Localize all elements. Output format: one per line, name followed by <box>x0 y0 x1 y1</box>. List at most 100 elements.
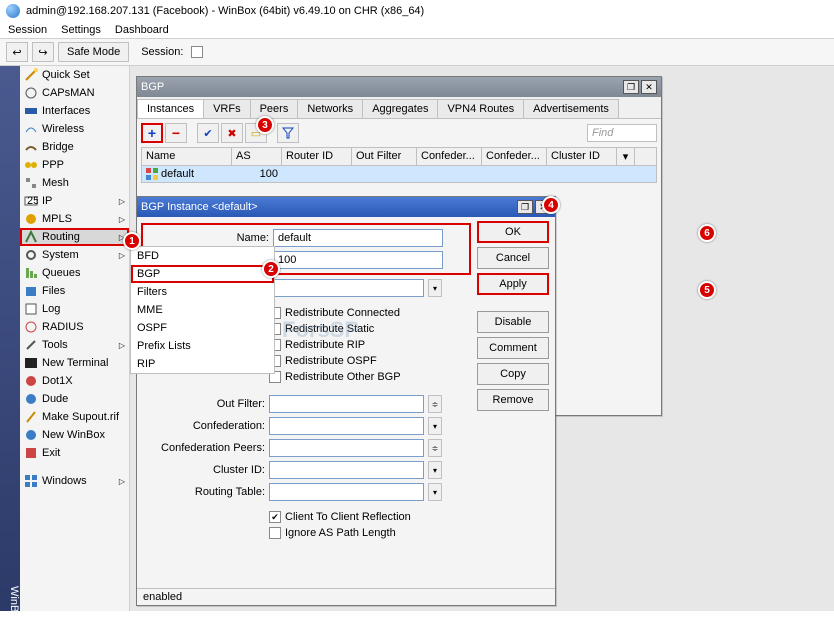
windows-icon <box>24 474 38 488</box>
chk-c2c[interactable]: ✔ <box>269 511 281 523</box>
sidebar-item-supout[interactable]: Make Supout.rif <box>20 408 129 426</box>
routerid-dropdown[interactable]: ▾ <box>428 279 442 297</box>
submenu-rip[interactable]: RIP <box>131 355 274 373</box>
sidebar-item-ppp[interactable]: PPP <box>20 156 129 174</box>
disable-button[interactable]: Disable <box>477 311 549 333</box>
sidebar-item-capsman[interactable]: CAPsMAN <box>20 84 129 102</box>
sidebar-label: Wireless <box>42 123 84 135</box>
tab-networks[interactable]: Networks <box>297 99 363 118</box>
find-input[interactable]: Find <box>587 124 657 142</box>
sidebar-item-windows[interactable]: Windows▷ <box>20 472 129 490</box>
routerid-input[interactable] <box>269 279 424 297</box>
col-routerid[interactable]: Router ID <box>282 148 352 165</box>
comment-button[interactable]: Comment <box>477 337 549 359</box>
confed-dropdown[interactable]: ▾ <box>428 417 442 435</box>
sidebar-item-newwinbox[interactable]: New WinBox <box>20 426 129 444</box>
status-text: enabled <box>143 591 182 603</box>
session-checkbox[interactable] <box>191 46 203 58</box>
menu-dashboard[interactable]: Dashboard <box>115 24 169 36</box>
col-confed1[interactable]: Confeder... <box>417 148 482 165</box>
instance-window-header[interactable]: BGP Instance <default> ❐ ✕ <box>137 197 555 217</box>
confed-input[interactable] <box>269 417 424 435</box>
cap-icon <box>24 86 38 100</box>
sidebar-item-radius[interactable]: RADIUS <box>20 318 129 336</box>
col-outfilter[interactable]: Out Filter <box>352 148 417 165</box>
confedpeers-input[interactable] <box>269 439 424 457</box>
as-input[interactable] <box>273 251 443 269</box>
submenu-prefixlists[interactable]: Prefix Lists <box>131 337 274 355</box>
restore-button[interactable]: ❐ <box>623 80 639 94</box>
col-name[interactable]: Name <box>142 148 232 165</box>
sidebar-item-exit[interactable]: Exit <box>20 444 129 462</box>
restore-button[interactable]: ❐ <box>517 200 533 214</box>
callout-4: 4 <box>542 196 560 214</box>
name-input[interactable] <box>273 229 443 247</box>
tab-aggregates[interactable]: Aggregates <box>362 99 438 118</box>
submenu-bgp[interactable]: BGP <box>131 265 274 283</box>
redo-button[interactable]: ↪ <box>32 42 54 62</box>
cluster-input[interactable] <box>269 461 424 479</box>
exit-icon <box>24 446 38 460</box>
bgp-window-header[interactable]: BGP ❐ ✕ <box>137 77 661 97</box>
menu-session[interactable]: Session <box>8 24 47 36</box>
submenu-mme[interactable]: MME <box>131 301 274 319</box>
sidebar-item-interfaces[interactable]: Interfaces <box>20 102 129 120</box>
menubar: Session Settings Dashboard <box>0 22 834 38</box>
sidebar-item-mesh[interactable]: Mesh <box>20 174 129 192</box>
safe-mode-button[interactable]: Safe Mode <box>58 42 129 62</box>
sidebar-item-tools[interactable]: Tools▷ <box>20 336 129 354</box>
cancel-button[interactable]: Cancel <box>477 247 549 269</box>
chk-other-label: Redistribute Other BGP <box>285 371 401 383</box>
sidebar-item-ip[interactable]: 255IP▷ <box>20 192 129 210</box>
menu-settings[interactable]: Settings <box>61 24 101 36</box>
rtable-input[interactable] <box>269 483 424 501</box>
apply-button[interactable]: Apply <box>477 273 549 295</box>
rtable-dropdown[interactable]: ▾ <box>428 483 442 501</box>
outfilter-dropdown[interactable]: ≑ <box>428 395 442 413</box>
submenu-ospf[interactable]: OSPF <box>131 319 274 337</box>
sidebar-item-dude[interactable]: Dude <box>20 390 129 408</box>
sidebar-item-dot1x[interactable]: Dot1X <box>20 372 129 390</box>
outfilter-input[interactable] <box>269 395 424 413</box>
enable-button[interactable]: ✔ <box>197 123 219 143</box>
sidebar-item-bridge[interactable]: Bridge <box>20 138 129 156</box>
sidebar-item-routing[interactable]: Routing▷ <box>20 228 129 246</box>
remove-button[interactable]: Remove <box>477 389 549 411</box>
sidebar-item-log[interactable]: Log <box>20 300 129 318</box>
col-as[interactable]: AS <box>232 148 282 165</box>
find-placeholder: Find <box>592 127 613 139</box>
confedpeers-dropdown[interactable]: ≑ <box>428 439 442 457</box>
submenu-filters[interactable]: Filters <box>131 283 274 301</box>
sidebar-item-mpls[interactable]: MPLS▷ <box>20 210 129 228</box>
routing-submenu: BFD BGP Filters MME OSPF Prefix Lists RI… <box>130 246 275 374</box>
undo-button[interactable]: ↩ <box>6 42 28 62</box>
chk-ospf-label: Redistribute OSPF <box>285 355 377 367</box>
sidebar-item-newterminal[interactable]: New Terminal <box>20 354 129 372</box>
tab-vrfs[interactable]: VRFs <box>203 99 251 118</box>
chk-ignore[interactable] <box>269 527 281 539</box>
tab-advertisements[interactable]: Advertisements <box>523 99 619 118</box>
sidebar-item-quickset[interactable]: Quick Set <box>20 66 129 84</box>
sidebar-label: PPP <box>42 159 64 171</box>
tab-instances[interactable]: Instances <box>137 99 204 118</box>
submenu-bfd[interactable]: BFD <box>131 247 274 265</box>
sidebar-item-files[interactable]: Files <box>20 282 129 300</box>
col-confed2[interactable]: Confeder... <box>482 148 547 165</box>
col-clusterid[interactable]: Cluster ID <box>547 148 617 165</box>
disable-button[interactable]: ✖ <box>221 123 243 143</box>
sidebar-item-system[interactable]: System▷ <box>20 246 129 264</box>
cluster-dropdown[interactable]: ▾ <box>428 461 442 479</box>
sidebar-item-queues[interactable]: Queues <box>20 264 129 282</box>
filter-button[interactable] <box>277 123 299 143</box>
remove-button[interactable]: − <box>165 123 187 143</box>
sidebar-item-wireless[interactable]: Wireless <box>20 120 129 138</box>
tab-peers[interactable]: Peers <box>250 99 299 118</box>
grid-row[interactable]: default 100 <box>142 166 656 182</box>
add-button[interactable]: + <box>141 123 163 143</box>
close-button[interactable]: ✕ <box>641 80 657 94</box>
instance-icon <box>146 168 158 180</box>
col-more[interactable]: ▾ <box>617 148 635 165</box>
copy-button[interactable]: Copy <box>477 363 549 385</box>
tab-vpn4[interactable]: VPN4 Routes <box>437 99 524 118</box>
ok-button[interactable]: OK <box>477 221 549 243</box>
